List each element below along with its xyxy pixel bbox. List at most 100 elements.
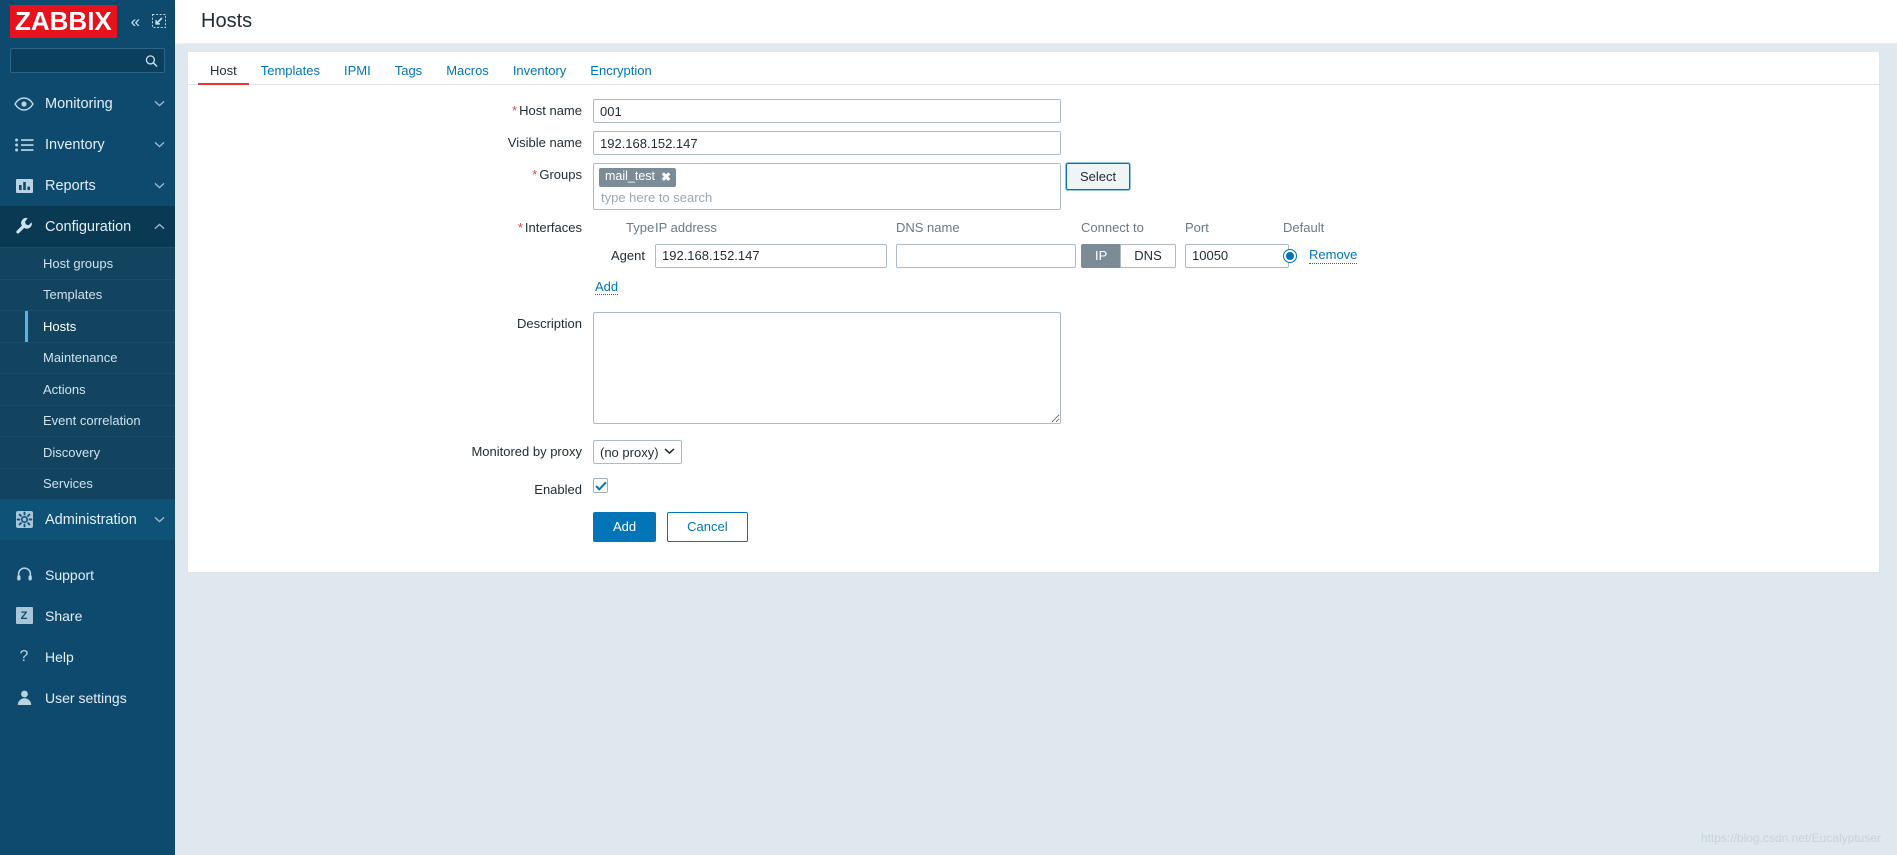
field-host-name: * Host name: [188, 99, 1879, 123]
connect-to-toggle: IP DNS: [1081, 243, 1176, 268]
cancel-button[interactable]: Cancel: [667, 512, 748, 542]
select-groups-button[interactable]: Select: [1066, 163, 1131, 190]
collapse-panel-icon[interactable]: [152, 13, 167, 29]
add-button[interactable]: Add: [593, 512, 657, 542]
sidebar-subitem-label: Actions: [43, 381, 86, 397]
sidebar-item-maintenance[interactable]: Maintenance: [0, 341, 175, 374]
sidebar-item-support[interactable]: Support: [0, 554, 175, 595]
remove-interface-link[interactable]: Remove: [1309, 247, 1358, 265]
proxy-select[interactable]: (no proxy): [593, 440, 682, 465]
interface-connect-cell: IP DNS: [1081, 243, 1185, 268]
sidebar-item-discovery[interactable]: Discovery: [0, 436, 175, 468]
search-input[interactable]: [11, 49, 164, 72]
sidebar-item-templates[interactable]: Templates: [0, 278, 175, 310]
tab-macros[interactable]: Macros: [434, 64, 501, 85]
enabled-checkbox[interactable]: [593, 478, 608, 494]
tab-ipmi[interactable]: IPMI: [332, 64, 383, 85]
add-interface-link[interactable]: Add: [595, 278, 619, 295]
description-textarea[interactable]: [593, 312, 1061, 425]
host-form: *Host name Visible name *Groups: [188, 85, 1879, 542]
connect-to-dns-button[interactable]: DNS: [1120, 243, 1176, 268]
groups-multiselect[interactable]: mail_test ✖: [593, 163, 1061, 210]
chevron-up-icon: [153, 221, 165, 233]
enabled-label: Enabled: [534, 482, 582, 498]
sidebar-item-label: Reports: [45, 177, 96, 194]
wrench-icon: [14, 217, 34, 237]
tab-host[interactable]: Host: [198, 64, 249, 85]
field-visible-name: Visible name: [188, 131, 1879, 155]
interfaces-table: Type IP address DNS name Connect to Port…: [593, 218, 1383, 295]
column-header-port: Port: [1185, 219, 1209, 235]
sidebar-subitem-label: Host groups: [43, 255, 114, 271]
close-icon[interactable]: ✖: [661, 171, 671, 183]
interface-dns-cell: [896, 243, 1081, 268]
interface-port-input[interactable]: [1185, 243, 1289, 268]
host-form-panel: Host Templates IPMI Tags Macros Inventor…: [187, 52, 1880, 573]
sidebar-subitem-label: Hosts: [43, 318, 77, 334]
interface-default-cell: Remove: [1283, 247, 1358, 265]
sidebar-item-actions[interactable]: Actions: [0, 373, 175, 405]
tab-templates[interactable]: Templates: [249, 64, 332, 85]
active-rail: [25, 311, 28, 342]
sidebar-item-user-settings[interactable]: User settings: [0, 677, 175, 718]
sidebar-item-label: Support: [45, 566, 95, 583]
group-chip[interactable]: mail_test ✖: [599, 168, 677, 187]
tab-tags[interactable]: Tags: [383, 64, 434, 85]
sidebar-item-label: User settings: [45, 689, 127, 706]
host-name-label: * Host name: [512, 103, 582, 118]
sidebar-item-label: Administration: [45, 511, 137, 528]
sidebar-item-reports[interactable]: Reports: [0, 165, 175, 206]
list-icon: [14, 135, 34, 155]
sidebar-item-share[interactable]: Z Share: [0, 595, 175, 636]
form-actions-row: Add Cancel: [188, 512, 1879, 542]
chevron-down-icon: [153, 98, 165, 110]
search-box[interactable]: [10, 48, 165, 73]
column-header-type: Type: [626, 219, 655, 235]
sidebar-subitem-label: Event correlation: [43, 413, 141, 429]
eye-icon: [14, 94, 34, 114]
required-marker: *: [517, 219, 523, 235]
active-rail: [25, 343, 28, 374]
sidebar-item-hosts[interactable]: Hosts: [0, 310, 175, 342]
interface-ip-input[interactable]: [655, 243, 887, 268]
field-proxy: Monitored by proxy (no proxy): [188, 440, 1879, 465]
active-rail: [25, 374, 28, 405]
connect-to-ip-button[interactable]: IP: [1081, 243, 1121, 268]
chevron-double-left-icon[interactable]: «: [127, 13, 142, 30]
field-interfaces: * Interfaces Type IP address DNS name Con…: [188, 218, 1879, 295]
gear-icon: [14, 510, 34, 530]
default-interface-radio[interactable]: [1283, 248, 1297, 263]
sidebar-item-services[interactable]: Services: [0, 467, 175, 499]
active-rail: [25, 437, 28, 468]
sidebar-search: [0, 42, 175, 83]
sidebar-item-inventory[interactable]: Inventory: [0, 124, 175, 165]
chevron-down-icon: [153, 514, 165, 526]
visible-name-label: Visible name: [507, 135, 582, 150]
sidebar-item-monitoring[interactable]: Monitoring: [0, 83, 175, 124]
field-enabled: Enabled: [188, 478, 1879, 502]
sidebar-item-label: Monitoring: [45, 95, 113, 112]
tab-encryption[interactable]: Encryption: [578, 64, 663, 85]
sidebar-item-configuration[interactable]: Configuration: [0, 206, 175, 247]
sidebar-subitem-label: Services: [43, 476, 93, 492]
zabbix-logo: ZABBIX: [10, 4, 117, 38]
interface-dns-input[interactable]: [896, 243, 1076, 268]
question-mark-icon: ?: [19, 647, 29, 665]
active-rail: [25, 248, 28, 279]
form-actions: Add Cancel: [593, 512, 748, 542]
sidebar-item-label: Configuration: [45, 218, 132, 235]
active-rail: [25, 406, 28, 437]
groups-search-input[interactable]: [599, 186, 1055, 206]
host-name-input[interactable]: [593, 99, 1061, 123]
main-content: Hosts Host Templates IPMI Tags Macros In…: [175, 0, 1897, 855]
add-interface-wrap: Add: [593, 278, 1383, 295]
sidebar-item-label: Help: [45, 648, 74, 665]
sidebar-item-event-correlation[interactable]: Event correlation: [0, 404, 175, 437]
tab-inventory[interactable]: Inventory: [501, 64, 578, 85]
sidebar-item-help[interactable]: ? Help: [0, 636, 175, 677]
sidebar-item-host-groups[interactable]: Host groups: [0, 247, 175, 279]
sidebar-header: ZABBIX «: [0, 0, 175, 42]
visible-name-input[interactable]: [593, 131, 1061, 155]
sidebar-item-administration[interactable]: Administration: [0, 499, 175, 540]
page-header: Hosts: [175, 0, 1897, 44]
